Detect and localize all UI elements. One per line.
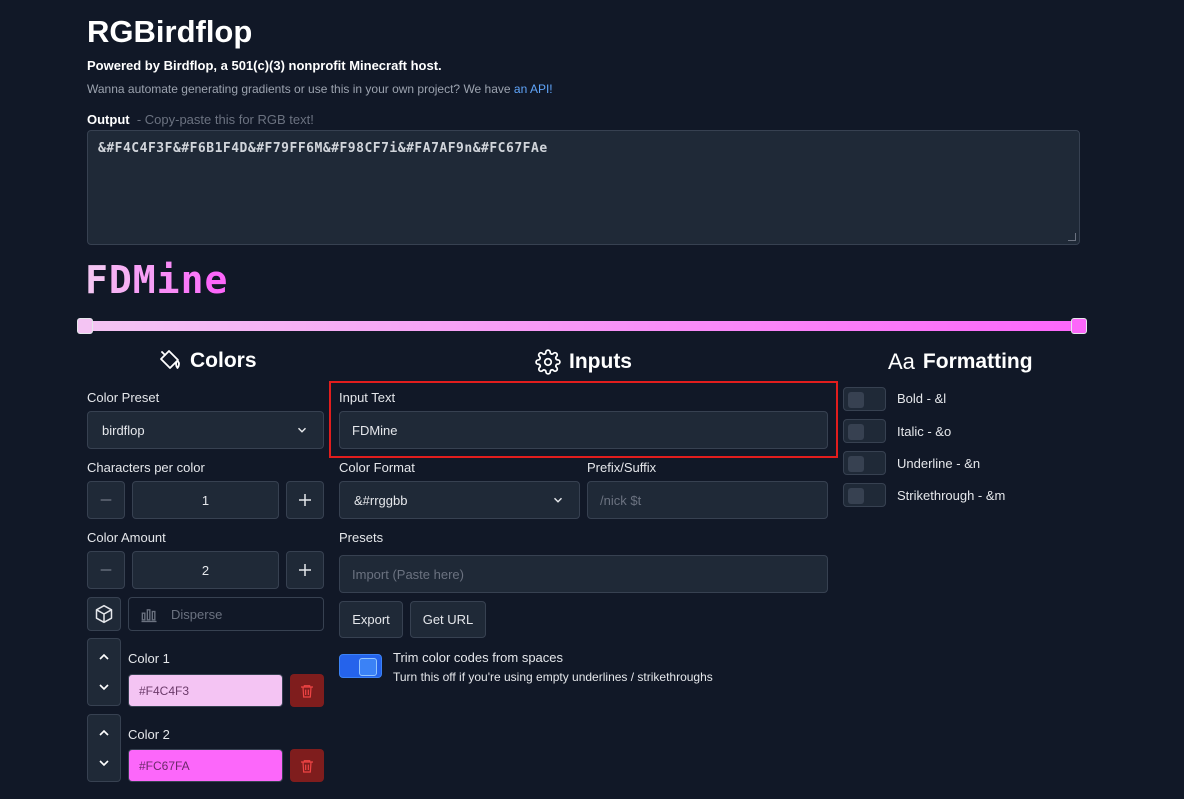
app-title: RGBirdflop — [87, 14, 253, 49]
preview-char: D — [108, 258, 133, 302]
prefix-suffix-placeholder: /nick $t — [600, 492, 642, 508]
trim-spaces-title: Trim color codes from spaces — [393, 650, 564, 665]
preview-char: e — [204, 258, 229, 302]
delete-color-1-button[interactable] — [290, 674, 324, 707]
color-amount-decrement[interactable] — [87, 551, 125, 589]
powered-by-text: Powered by Birdflop, a 501(c)(3) nonprof… — [87, 58, 442, 73]
presets-label: Presets — [339, 530, 384, 545]
chevron-down-icon[interactable] — [96, 679, 112, 695]
bold-toggle[interactable] — [843, 387, 886, 411]
gradient-preview: FDMine — [85, 258, 228, 302]
chars-per-color-label: Characters per color — [87, 460, 205, 475]
italic-label: Italic - &o — [897, 424, 952, 439]
import-preset-input[interactable]: Import (Paste here) — [339, 555, 828, 593]
inputs-heading: Inputs — [535, 349, 632, 375]
text-format-icon: Aa — [888, 349, 915, 374]
chevron-down-icon — [553, 497, 563, 503]
preview-char: M — [132, 258, 157, 302]
color-amount-increment[interactable] — [286, 551, 324, 589]
disperse-label: Disperse — [171, 606, 223, 622]
underline-label: Underline - &n — [897, 456, 981, 471]
automate-text: Wanna automate generating gradients or u… — [87, 82, 553, 96]
strikethrough-toggle[interactable] — [843, 483, 886, 507]
chars-per-color-increment[interactable] — [286, 481, 324, 519]
underline-toggle[interactable] — [843, 451, 886, 475]
color-2-reorder[interactable] — [87, 714, 121, 782]
color-1-value: #F4C4F3 — [139, 683, 190, 698]
colors-heading: Colors — [158, 349, 257, 373]
preview-char: n — [180, 258, 205, 302]
chevron-up-icon[interactable] — [96, 649, 112, 665]
prefix-suffix-label: Prefix/Suffix — [587, 460, 657, 475]
input-text-highlight — [329, 381, 838, 458]
import-placeholder: Import (Paste here) — [352, 566, 464, 582]
get-url-label: Get URL — [422, 612, 474, 627]
trash-icon — [301, 759, 313, 773]
export-button[interactable]: Export — [339, 601, 403, 638]
color-amount-value: 2 — [201, 562, 210, 578]
color-amount-label: Color Amount — [87, 530, 166, 545]
gradient-slider-track[interactable] — [85, 321, 1079, 331]
color-preset-label: Color Preset — [87, 390, 160, 405]
chars-per-color-input[interactable]: 1 — [132, 481, 279, 519]
output-value: &#F4C4F3F&#F6B1F4D&#F79FF6M&#F98CF7i&#FA… — [98, 141, 548, 156]
disperse-button[interactable]: Disperse — [128, 597, 324, 631]
delete-color-2-button[interactable] — [290, 749, 324, 782]
color-2-label: Color 2 — [128, 727, 170, 742]
color-2-input[interactable]: #FC67FA — [128, 749, 283, 782]
cube-icon — [95, 604, 113, 624]
api-link[interactable]: an API! — [514, 82, 553, 96]
gradient-start-handle[interactable] — [77, 318, 93, 334]
color-format-label: Color Format — [339, 460, 415, 475]
plus-icon — [299, 494, 311, 506]
color-format-value: &#rrggbb — [354, 492, 408, 508]
chevron-up-icon[interactable] — [96, 725, 112, 741]
color-preset-value: birdflop — [102, 422, 145, 438]
strikethrough-label: Strikethrough - &m — [897, 488, 1006, 503]
plus-icon — [299, 564, 311, 576]
chevron-down-icon[interactable] — [96, 755, 112, 771]
output-textarea[interactable]: &#F4C4F3F&#F6B1F4D&#F79FF6M&#F98CF7i&#FA… — [87, 130, 1080, 245]
italic-toggle[interactable] — [843, 419, 886, 443]
color-preset-select[interactable]: birdflop — [87, 411, 324, 449]
color-2-value: #FC67FA — [139, 758, 190, 773]
chevron-down-icon — [297, 427, 307, 433]
prefix-suffix-input[interactable]: /nick $t — [587, 481, 828, 519]
gradient-end-handle[interactable] — [1071, 318, 1087, 334]
color-1-label: Color 1 — [128, 651, 170, 666]
trim-spaces-toggle[interactable] — [339, 654, 382, 678]
gear-icon — [535, 349, 561, 375]
minus-icon — [100, 499, 112, 501]
paint-bucket-icon — [160, 350, 180, 369]
trash-icon — [301, 684, 313, 698]
chars-per-color-value: 1 — [201, 492, 210, 508]
color-amount-input[interactable]: 2 — [132, 551, 279, 589]
color-format-select[interactable]: &#rrggbb — [339, 481, 580, 519]
color-1-reorder[interactable] — [87, 638, 121, 706]
chars-per-color-decrement[interactable] — [87, 481, 125, 519]
trim-spaces-description: Turn this off if you're using empty unde… — [393, 670, 713, 684]
output-label: Output - Copy-paste this for RGB text! — [87, 112, 314, 127]
preview-char: i — [156, 258, 181, 302]
preview-char: F — [85, 258, 109, 302]
formatting-heading: Aa Formatting — [888, 349, 1033, 374]
bold-label: Bold - &l — [897, 391, 947, 406]
resize-handle[interactable] — [1068, 233, 1076, 241]
export-label: Export — [352, 612, 390, 627]
minus-icon — [100, 569, 112, 571]
color-1-input[interactable]: #F4C4F3 — [128, 674, 283, 707]
random-colors-button[interactable] — [87, 597, 121, 631]
get-url-button[interactable]: Get URL — [410, 601, 486, 638]
bar-chart-icon — [141, 609, 157, 623]
